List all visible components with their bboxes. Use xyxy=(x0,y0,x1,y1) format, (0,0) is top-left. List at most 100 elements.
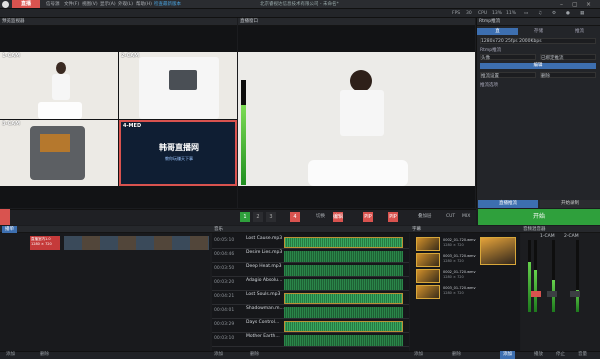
fps-label: FPS xyxy=(452,11,461,16)
clip-preview-large[interactable] xyxy=(480,237,516,265)
close-icon[interactable]: × xyxy=(586,0,591,9)
avatar-field[interactable]: 头像 xyxy=(480,54,536,61)
channel-1-button[interactable]: 1 xyxy=(240,212,250,222)
clip-name-1: 0002_01-720.wmv xyxy=(443,238,476,242)
music-row[interactable]: 00:05:10 Lost Cause.mp3 xyxy=(212,236,409,249)
switch-label[interactable]: 切换 xyxy=(316,212,325,222)
play-button[interactable]: 播放 xyxy=(534,351,543,359)
timeline-title[interactable]: 播单 xyxy=(2,226,17,233)
add-clip-button[interactable]: 添加 xyxy=(414,351,423,359)
tab-live[interactable]: 直 xyxy=(477,28,518,35)
headphones-icon[interactable]: ♫ xyxy=(538,9,542,18)
edit-mode-button[interactable]: 编辑 xyxy=(333,212,343,222)
solo-button[interactable] xyxy=(547,291,557,297)
menu-source[interactable]: 信号源 xyxy=(46,0,60,9)
pip-button-1[interactable]: PIP xyxy=(363,212,373,222)
timeline-clip[interactable]: 直播室内1.0 1280 × 720 xyxy=(30,236,60,250)
stop-button[interactable]: 停止 xyxy=(556,351,565,359)
clip-name-4: 0003_01-720.wmv xyxy=(443,286,476,290)
lower-header xyxy=(0,226,600,233)
delete-button[interactable]: 删除 xyxy=(540,72,596,79)
clip-size-3: 1280 × 720 xyxy=(443,275,464,279)
clip-size-2: 1280 × 720 xyxy=(443,259,464,263)
cam-3-cell[interactable]: 3-CAM xyxy=(0,120,118,186)
cam-2-cell[interactable]: 2-CAM xyxy=(119,52,237,119)
music-row[interactable]: 00:03:29 Days Control... xyxy=(212,320,409,333)
music-row[interactable]: 00:03:20 Adagio Absolu... xyxy=(212,278,409,291)
overlay-title: 韩哥直播网 xyxy=(159,143,199,152)
add-button[interactable]: 添加 xyxy=(6,351,15,359)
minimize-icon[interactable]: – xyxy=(560,0,563,9)
timeline-thumbnails[interactable] xyxy=(64,236,209,250)
menu-file[interactable]: 文件(F) xyxy=(64,0,79,9)
solo-button[interactable] xyxy=(570,291,580,297)
clip-name-3: 0002_01-720.wmv xyxy=(443,270,476,274)
tab-storage[interactable]: 存储 xyxy=(518,28,559,35)
channel-4-button[interactable]: 4 xyxy=(290,212,300,222)
menu-appearance[interactable]: 外观(L) xyxy=(118,0,133,9)
tab-push[interactable]: 推流 xyxy=(559,28,600,35)
menu-update-link[interactable]: 检查最新版本 xyxy=(154,0,181,9)
music-row[interactable]: 00:04:46 Desire Lies.mp3 xyxy=(212,250,409,263)
delete-button[interactable]: 删除 xyxy=(40,351,49,359)
monitor-icon[interactable]: ▭ xyxy=(524,9,528,18)
overlay-subtitle: 教你玩赚天下事 xyxy=(165,156,193,161)
layout-icon[interactable]: ▦ xyxy=(580,9,584,18)
pip-button-2[interactable]: PIP xyxy=(388,212,398,222)
cam-4-media-cell[interactable]: 韩哥直播网 教你玩赚天下事 4-MED xyxy=(119,120,237,186)
delete-clip-button[interactable]: 删除 xyxy=(452,351,461,359)
timeline-track[interactable] xyxy=(0,233,210,351)
menu-display[interactable]: 显示(A) xyxy=(100,0,116,9)
settings-icon[interactable]: ⚙ xyxy=(552,9,556,18)
brand-badge[interactable]: 直播 xyxy=(12,0,40,8)
cam-1-cell[interactable]: 1-CAM xyxy=(0,52,118,119)
clip-size-1: 1280 × 720 xyxy=(443,243,464,247)
add-music-button[interactable]: 添加 xyxy=(214,351,223,359)
menu-view[interactable]: 视图(V) xyxy=(82,0,98,9)
clip-thumb-2[interactable] xyxy=(416,253,440,267)
music-row[interactable]: 00:03:50 Deep Heat.mp3 xyxy=(212,264,409,277)
record-icon[interactable]: ● xyxy=(566,9,570,18)
add-audio-button[interactable]: 添加 xyxy=(500,351,515,359)
stream-options-label: 推流选项 xyxy=(480,83,498,88)
clips-title: 字幕 xyxy=(412,227,421,232)
program-audio-level xyxy=(241,105,246,185)
app-logo-icon xyxy=(2,1,9,8)
start-record-button[interactable]: 开始录制 xyxy=(540,200,600,208)
clip-thumb-3[interactable] xyxy=(416,269,440,283)
volume-button[interactable]: 音量 xyxy=(578,351,587,359)
menu-help[interactable]: 帮助(H) xyxy=(136,0,152,9)
start-button[interactable]: 开始 xyxy=(478,209,600,225)
cam-1-subject xyxy=(52,74,70,100)
clip-thumb-1[interactable] xyxy=(416,237,440,251)
switcher-control-bar xyxy=(0,209,476,225)
stream-settings-button[interactable]: 推流设置 xyxy=(480,72,536,79)
music-row[interactable]: 00:04:01 Shadowman.m... xyxy=(212,306,409,319)
music-row[interactable]: 00:04:21 Lost Souls.mp3 xyxy=(212,292,409,305)
rtmp-section-label: Rtmp推流 xyxy=(480,48,502,53)
clip-thumb-4[interactable] xyxy=(416,285,440,299)
cut-button[interactable]: CUT xyxy=(446,212,455,222)
stream-resolution-field[interactable]: 1280x720 25fps 2000Kbps xyxy=(480,38,596,44)
preview-title: 预览监视器 xyxy=(0,18,237,26)
program-subject xyxy=(340,90,384,136)
music-row[interactable]: 00:03:10 Mother Earth... xyxy=(212,334,409,347)
live-stream-button[interactable]: 直播推流 xyxy=(478,200,538,208)
edit-button[interactable]: 编辑 xyxy=(480,63,596,69)
mix-button[interactable]: MIX xyxy=(462,212,470,222)
delete-music-button[interactable]: 删除 xyxy=(250,351,259,359)
bound-stream-field[interactable]: 已绑定推流 xyxy=(540,54,596,61)
cpu-value: 13% xyxy=(492,11,503,16)
cam-4-label: 4-MED xyxy=(123,123,142,129)
program-view[interactable] xyxy=(238,52,475,186)
channel-3-button[interactable]: 3 xyxy=(266,212,276,222)
overlay-layer-button[interactable]: 叠加层 xyxy=(418,212,432,222)
mute-button[interactable] xyxy=(531,291,541,297)
maximize-icon[interactable]: ▢ xyxy=(572,0,578,9)
channel-2-button[interactable]: 2 xyxy=(253,212,263,222)
window-title: 北京睿视达信息技术有限公司 - 未命名* xyxy=(260,2,339,7)
clip-name-2: 0003_01-720.wmv xyxy=(443,254,476,258)
mixer-channel-2-label: 2-CAM xyxy=(564,234,579,239)
mixer-channel-1-label: 1-CAM xyxy=(540,234,555,239)
program-title: 直播窗口 xyxy=(238,18,475,26)
